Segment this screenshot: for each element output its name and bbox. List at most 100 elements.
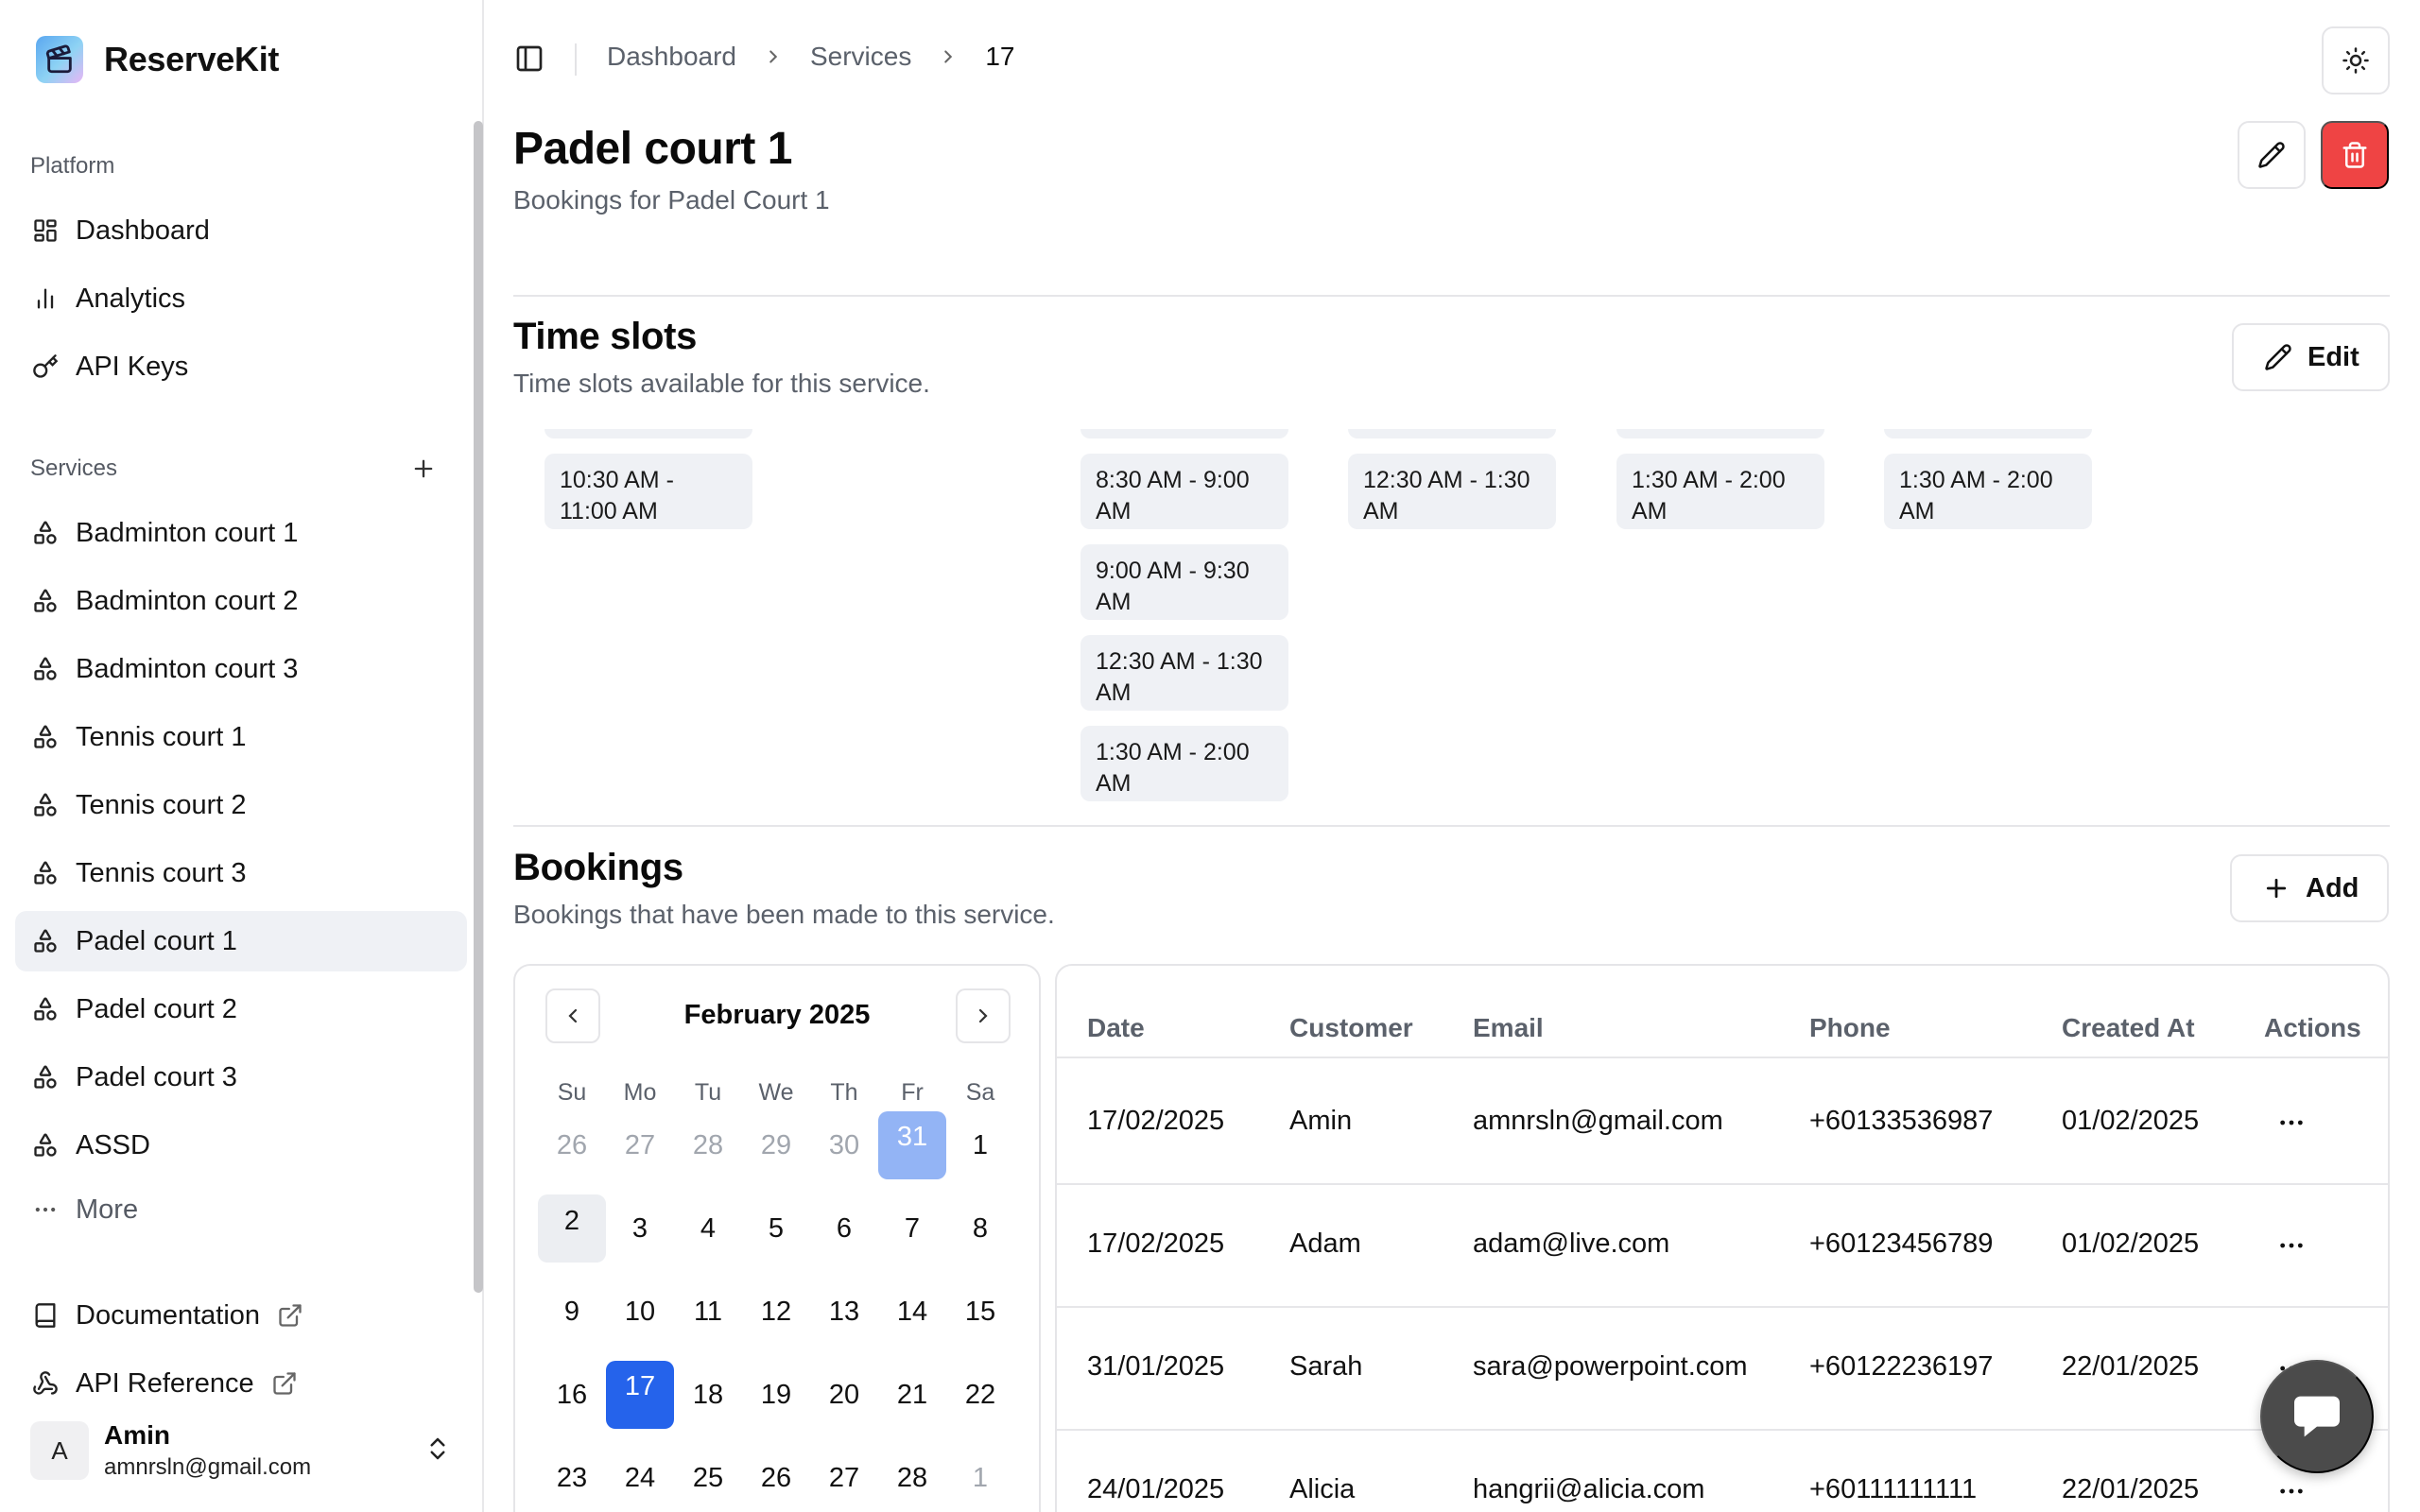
breadcrumb: Dashboard Services 17 bbox=[607, 42, 1015, 72]
calendar-day[interactable]: 24 bbox=[606, 1444, 674, 1512]
sidebar-toggle-icon[interactable] bbox=[514, 43, 544, 74]
calendar-day[interactable]: 1 bbox=[946, 1444, 1014, 1512]
sidebar-item-label: Documentation bbox=[76, 1299, 261, 1331]
table-cell: +60133536987 bbox=[1809, 1106, 1994, 1136]
sidebar-item-api-reference[interactable]: API Reference bbox=[15, 1353, 467, 1397]
sidebar-item-service[interactable]: Tennis court 1 bbox=[15, 707, 467, 767]
calendar-day[interactable]: 30 bbox=[810, 1111, 878, 1179]
calendar-weekday: We bbox=[758, 1079, 794, 1106]
edit-service-button[interactable] bbox=[2238, 121, 2306, 189]
reservekit-logo-icon bbox=[36, 36, 83, 83]
user-menu[interactable]: A Amin amnrsln@gmail.com bbox=[15, 1393, 467, 1508]
table-row-divider bbox=[1057, 1429, 2388, 1431]
calendar-day[interactable]: 29 bbox=[742, 1111, 810, 1179]
add-booking-button[interactable]: Add bbox=[2230, 854, 2390, 922]
calendar-day[interactable]: 23 bbox=[538, 1444, 606, 1512]
sidebar-item-documentation[interactable]: Documentation bbox=[15, 1285, 467, 1346]
time-slot-overflow bbox=[1348, 429, 1556, 438]
external-link-icon bbox=[277, 1302, 303, 1329]
bookings-subtitle: Bookings that have been made to this ser… bbox=[513, 900, 1055, 929]
sidebar-item-service[interactable]: Padel court 2 bbox=[15, 979, 467, 1040]
calendar-day[interactable]: 3 bbox=[606, 1194, 674, 1263]
sidebar-item-label: Dashboard bbox=[76, 215, 210, 246]
calendar-day[interactable]: 1 bbox=[946, 1111, 1014, 1179]
row-actions-icon[interactable] bbox=[2276, 1230, 2307, 1261]
calendar-day[interactable]: 13 bbox=[810, 1278, 878, 1346]
calendar-day[interactable]: 4 bbox=[674, 1194, 742, 1263]
theme-toggle-button[interactable] bbox=[2322, 26, 2390, 94]
sidebar-item-more[interactable]: More bbox=[15, 1179, 467, 1240]
table-header-cell: Phone bbox=[1809, 1013, 1891, 1042]
dashboard-icon bbox=[30, 215, 60, 246]
calendar-day[interactable]: 25 bbox=[674, 1444, 742, 1512]
calendar-day[interactable]: 2 bbox=[538, 1194, 606, 1263]
breadcrumb-services[interactable]: Services bbox=[810, 42, 911, 72]
sidebar-item-service[interactable]: Badminton court 1 bbox=[15, 503, 467, 563]
sidebar-item-service[interactable]: Padel court 3 bbox=[15, 1047, 467, 1108]
pencil-icon bbox=[2257, 141, 2286, 169]
calendar-next-button[interactable] bbox=[956, 988, 1011, 1043]
calendar-day[interactable]: 20 bbox=[810, 1361, 878, 1429]
sidebar: ReserveKit Platform Dashboard Analytics … bbox=[0, 0, 484, 1512]
sidebar-item-analytics[interactable]: Analytics bbox=[15, 268, 467, 329]
calendar-day[interactable]: 28 bbox=[878, 1444, 946, 1512]
row-actions-icon[interactable] bbox=[2276, 1108, 2307, 1138]
calendar-day[interactable]: 19 bbox=[742, 1361, 810, 1429]
table-header-cell: Date bbox=[1087, 1013, 1145, 1042]
calendar-day[interactable]: 14 bbox=[878, 1278, 946, 1346]
table-cell: 31/01/2025 bbox=[1087, 1351, 1225, 1382]
sidebar-item-service[interactable]: Padel court 1 bbox=[15, 911, 467, 971]
chat-button[interactable] bbox=[2260, 1360, 2374, 1473]
calendar-day[interactable]: 9 bbox=[538, 1278, 606, 1346]
row-actions-icon[interactable] bbox=[2276, 1476, 2307, 1506]
calendar-day[interactable]: 8 bbox=[946, 1194, 1014, 1263]
table-cell: hangrii@alicia.com bbox=[1473, 1474, 1705, 1504]
table-cell: 17/02/2025 bbox=[1087, 1106, 1225, 1136]
sidebar-item-dashboard[interactable]: Dashboard bbox=[15, 200, 467, 261]
sidebar-scrollbar[interactable] bbox=[474, 121, 483, 1293]
calendar-day[interactable]: 10 bbox=[606, 1278, 674, 1346]
calendar-day[interactable]: 27 bbox=[606, 1111, 674, 1179]
sidebar-item-api-keys[interactable]: API Keys bbox=[15, 336, 467, 397]
table-cell: +60122236197 bbox=[1809, 1351, 1994, 1382]
calendar-day[interactable]: 21 bbox=[878, 1361, 946, 1429]
sidebar-item-service[interactable]: Tennis court 2 bbox=[15, 775, 467, 835]
sidebar-item-service[interactable]: Badminton court 2 bbox=[15, 571, 467, 631]
calendar-day[interactable]: 16 bbox=[538, 1361, 606, 1429]
calendar-day[interactable]: 18 bbox=[674, 1361, 742, 1429]
calendar-weekday: Th bbox=[830, 1079, 858, 1106]
delete-service-button[interactable] bbox=[2321, 121, 2389, 189]
breadcrumb-dashboard[interactable]: Dashboard bbox=[607, 42, 736, 72]
table-cell: +60123456789 bbox=[1809, 1228, 1994, 1259]
calendar-day[interactable]: 26 bbox=[538, 1111, 606, 1179]
calendar-day[interactable]: 28 bbox=[674, 1111, 742, 1179]
table-header-cell: Email bbox=[1473, 1013, 1544, 1042]
calendar-day[interactable]: 11 bbox=[674, 1278, 742, 1346]
time-slots-title: Time slots bbox=[513, 316, 698, 357]
calendar-day[interactable]: 5 bbox=[742, 1194, 810, 1263]
calendar-day[interactable]: 31 bbox=[878, 1111, 946, 1179]
calendar-day[interactable]: 17 bbox=[606, 1361, 674, 1429]
sidebar-item-service[interactable]: Badminton court 3 bbox=[15, 639, 467, 699]
table-cell: +60111111111 bbox=[1809, 1474, 1978, 1504]
calendar-day[interactable]: 27 bbox=[810, 1444, 878, 1512]
time-slot-chip: 10:30 AM - 11:00 AM bbox=[544, 454, 752, 529]
calendar-day[interactable]: 12 bbox=[742, 1278, 810, 1346]
time-slot-chip: 9:00 AM - 9:30 AM bbox=[1080, 544, 1288, 620]
calendar-day[interactable]: 15 bbox=[946, 1278, 1014, 1346]
calendar-day[interactable]: 26 bbox=[742, 1444, 810, 1512]
calendar-day[interactable]: 6 bbox=[810, 1194, 878, 1263]
brand[interactable]: ReserveKit bbox=[36, 36, 279, 83]
add-service-icon[interactable] bbox=[410, 455, 437, 482]
calendar-day[interactable]: 7 bbox=[878, 1194, 946, 1263]
edit-time-slots-button[interactable]: Edit bbox=[2232, 323, 2390, 391]
sidebar-item-label: Padel court 3 bbox=[76, 1061, 237, 1092]
platform-group-label: Platform bbox=[30, 153, 437, 180]
sidebar-item-service[interactable]: ASSD bbox=[15, 1115, 467, 1176]
shapes-icon bbox=[30, 858, 60, 888]
divider bbox=[513, 825, 2390, 827]
sidebar-item-service[interactable]: Tennis court 3 bbox=[15, 843, 467, 903]
time-slot-chip: 1:30 AM - 2:00 AM bbox=[1080, 726, 1288, 801]
bookings-table: Date Customer Email Phone Created At Actions … bbox=[1055, 964, 2390, 1512]
calendar-day[interactable]: 22 bbox=[946, 1361, 1014, 1429]
